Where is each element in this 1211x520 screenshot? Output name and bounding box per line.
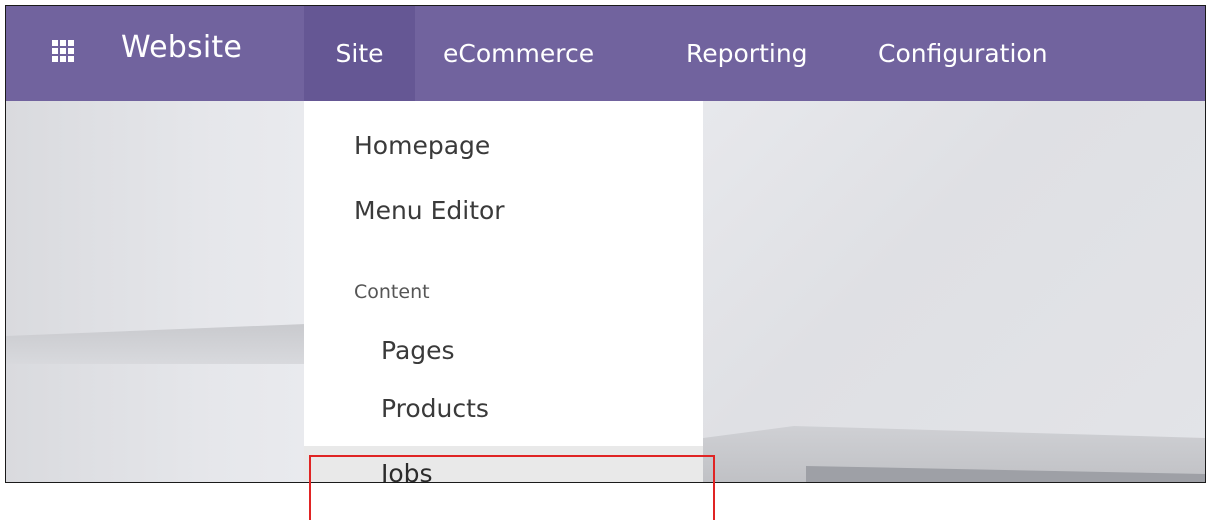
menu-item-jobs-row[interactable] — [304, 446, 703, 482]
nav-item-reporting[interactable]: Reporting — [686, 6, 808, 101]
menu-item-menu-editor[interactable]: Menu Editor — [354, 196, 505, 225]
nav-item-ecommerce[interactable]: eCommerce — [443, 6, 594, 101]
background-wall-left — [6, 101, 306, 482]
screenshot-frame: Website Site eCommerce Reporting Configu… — [5, 5, 1206, 483]
site-dropdown-menu: Homepage Menu Editor Content Pages Produ… — [304, 101, 703, 482]
menu-section-content: Content — [354, 281, 430, 303]
menu-item-homepage[interactable]: Homepage — [354, 131, 490, 160]
background-wall-right — [703, 101, 1205, 482]
nav-item-configuration[interactable]: Configuration — [878, 6, 1048, 101]
top-navbar: Website Site eCommerce Reporting Configu… — [6, 6, 1205, 101]
app-name[interactable]: Website — [121, 30, 242, 65]
menu-item-pages[interactable]: Pages — [381, 336, 455, 365]
grid-apps-icon[interactable] — [52, 40, 74, 62]
menu-item-products[interactable]: Products — [381, 394, 489, 423]
menu-item-jobs[interactable]: Jobs — [381, 459, 433, 482]
nav-item-site[interactable]: Site — [304, 6, 415, 101]
